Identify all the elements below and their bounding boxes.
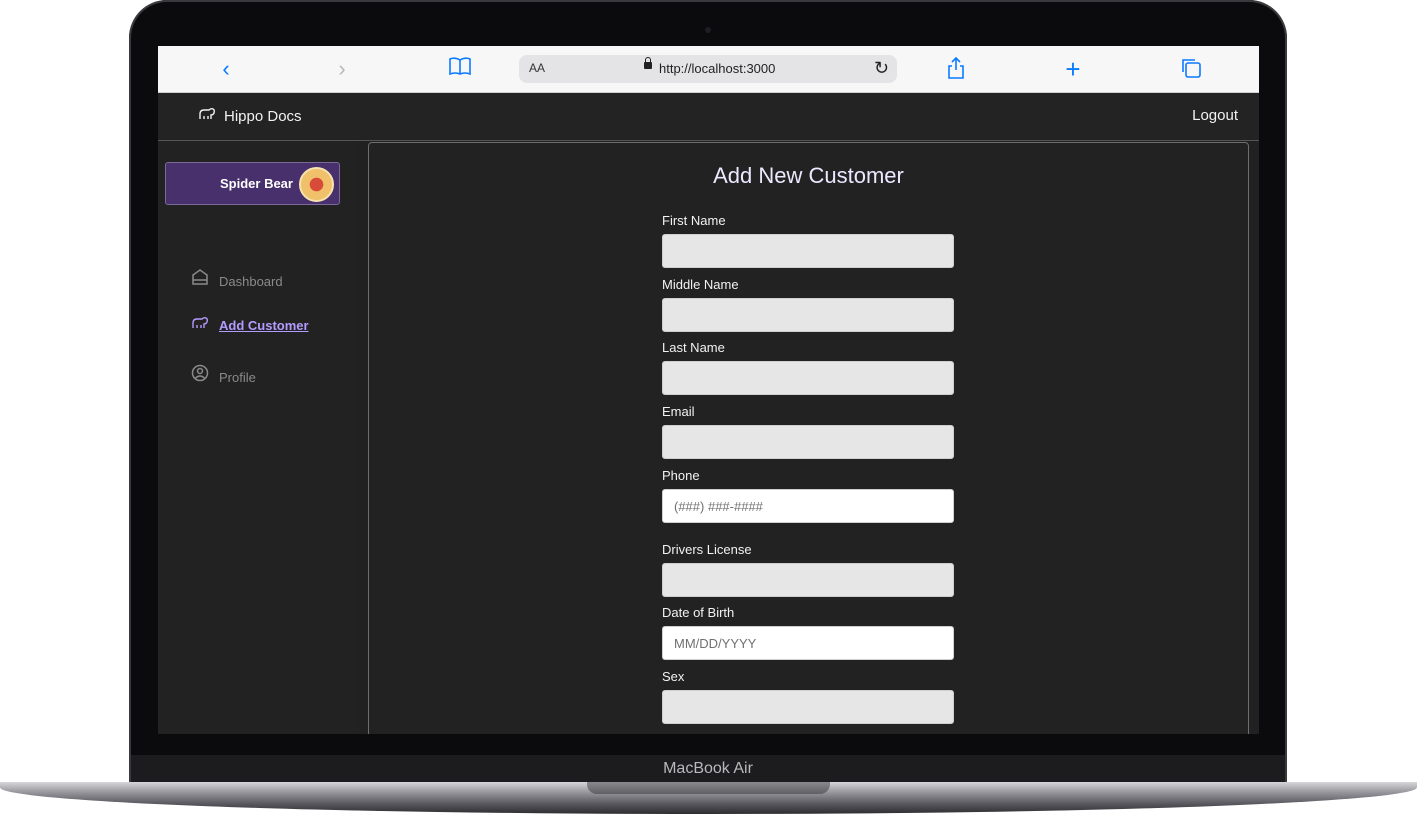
middle-name-field[interactable]: [662, 298, 954, 332]
phone-label: Phone: [662, 468, 700, 483]
logout-button[interactable]: Logout: [1192, 107, 1238, 124]
sidebar-item-label: Dashboard: [219, 274, 283, 289]
new-tab-icon[interactable]: +: [1061, 56, 1085, 82]
bookmarks-icon[interactable]: [448, 57, 472, 81]
page-title: Add New Customer: [713, 163, 904, 188]
address-bar[interactable]: AA http://localhost:3000 ↻: [519, 55, 897, 83]
brand-name: Hippo Docs: [224, 108, 302, 125]
first-name-field[interactable]: [662, 234, 954, 268]
date-of-birth-field[interactable]: MM/DD/YYYY: [662, 626, 954, 660]
user-circle-icon: [191, 364, 209, 385]
date-of-birth-label: Date of Birth: [662, 605, 735, 620]
email-label: Email: [662, 404, 695, 419]
back-icon[interactable]: ‹: [214, 57, 238, 81]
avatar: [299, 167, 334, 202]
reader-aa-button[interactable]: AA: [529, 61, 545, 75]
drivers-license-field[interactable]: [662, 563, 954, 597]
sidebar-item-profile[interactable]: Profile: [191, 364, 256, 385]
browser-toolbar: ‹ › AA http://localhost:3000 ↻ +: [158, 46, 1259, 93]
tabs-icon[interactable]: [1179, 57, 1203, 81]
screen: ‹ › AA http://localhost:3000 ↻ + Hippo D…: [158, 46, 1259, 734]
sidebar-item-label: Add Customer: [219, 318, 309, 333]
camera: [705, 27, 711, 33]
sidebar: Spider Bear Dashboard Add Customer Profi…: [158, 141, 358, 734]
phone-field[interactable]: (###) ###-####: [662, 489, 954, 523]
sex-field[interactable]: [662, 690, 954, 724]
sidebar-item-label: Profile: [219, 370, 256, 385]
sex-label: Sex: [662, 669, 685, 684]
home-icon: [191, 268, 209, 289]
forward-icon[interactable]: ›: [330, 57, 354, 81]
brand[interactable]: Hippo Docs: [198, 107, 302, 125]
last-name-label: Last Name: [662, 340, 725, 355]
email-field[interactable]: [662, 425, 954, 459]
user-card[interactable]: Spider Bear: [165, 162, 340, 205]
first-name-label: First Name: [662, 213, 726, 228]
reload-icon[interactable]: ↻: [874, 58, 889, 79]
middle-name-label: Middle Name: [662, 277, 739, 292]
device-label: MacBook Air: [131, 755, 1285, 783]
sidebar-item-dashboard[interactable]: Dashboard: [191, 268, 283, 289]
share-icon[interactable]: [944, 56, 968, 81]
main-panel: Add New Customer First Name Middle Name …: [368, 142, 1249, 734]
lock-icon: [644, 57, 652, 69]
app-header: Hippo Docs Logout: [158, 93, 1259, 141]
hippo-icon: [191, 316, 209, 333]
user-name: Spider Bear: [220, 176, 293, 191]
hippo-icon: [198, 107, 216, 124]
last-name-field[interactable]: [662, 361, 954, 395]
sidebar-item-add-customer[interactable]: Add Customer: [191, 316, 309, 333]
laptop-notch: [587, 782, 830, 794]
drivers-license-label: Drivers License: [662, 542, 752, 557]
url-text: http://localhost:3000: [659, 61, 776, 76]
